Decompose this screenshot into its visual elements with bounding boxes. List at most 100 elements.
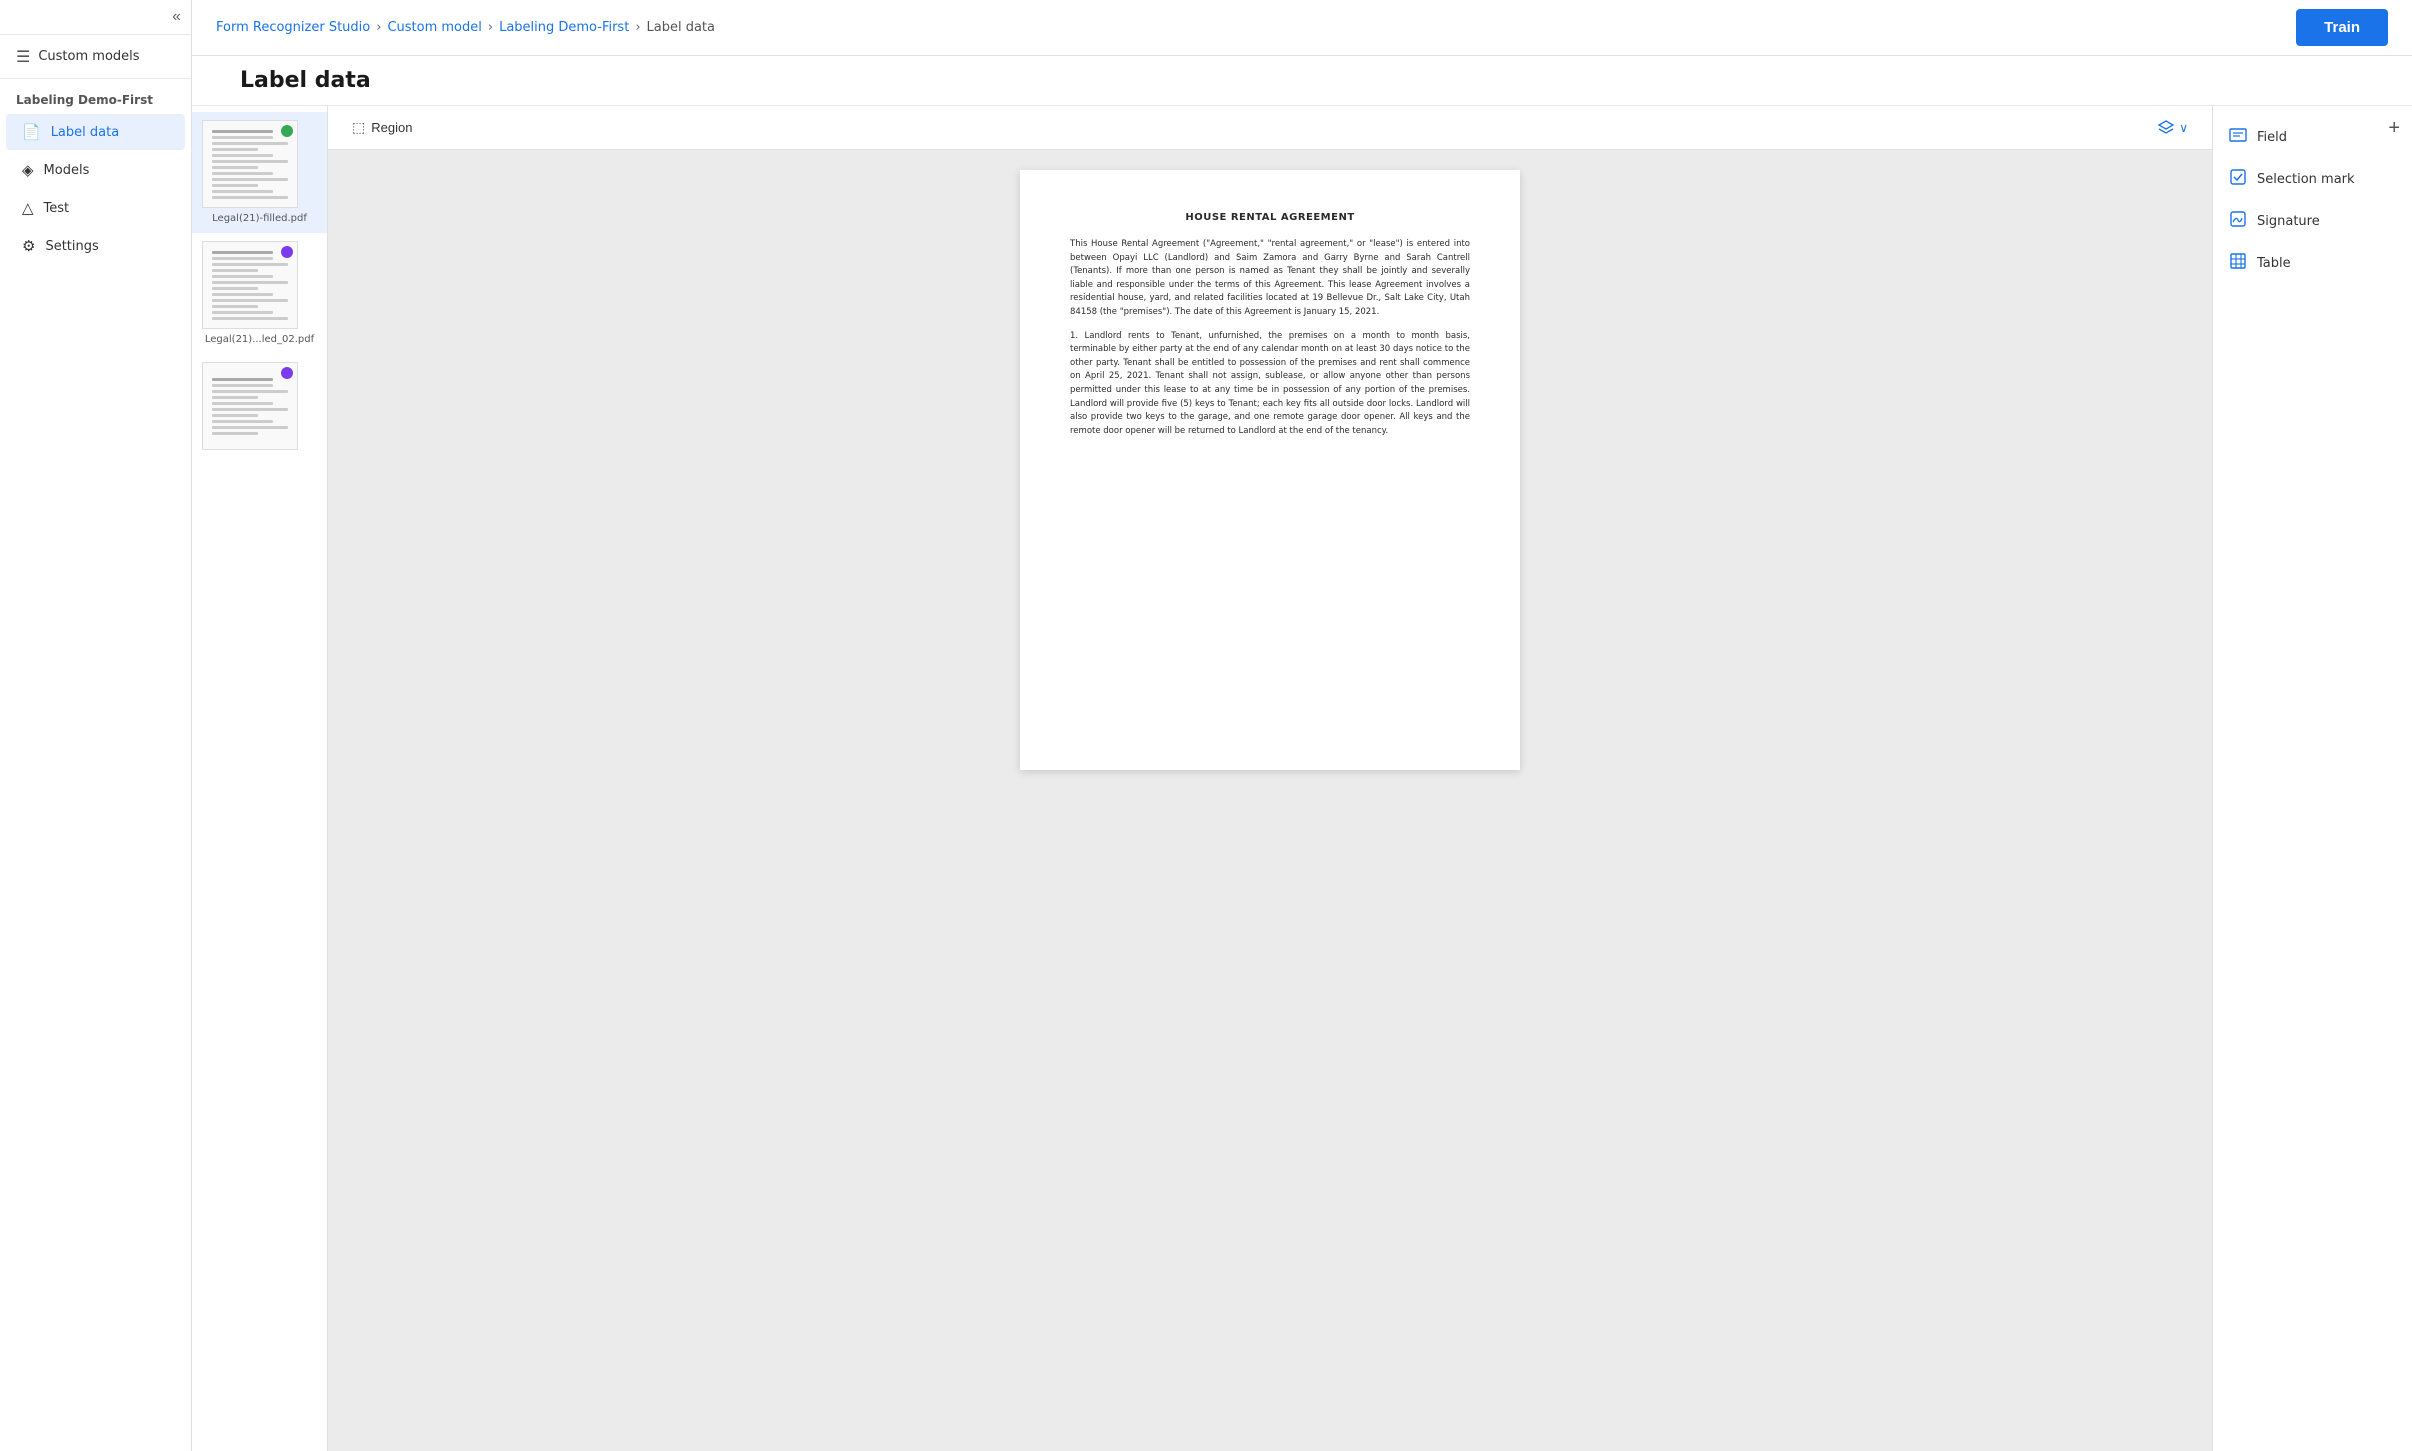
thumb-line [212,154,273,157]
sidebar-item-label-data[interactable]: 📄 Label data [6,114,185,150]
thumb-line [212,317,288,320]
sidebar-collapse-button[interactable]: « [172,8,181,26]
thumbnail-lines-1 [212,130,288,199]
checkbox-icon [2229,168,2247,190]
thumb-line [212,432,258,435]
field-icon [2229,126,2247,148]
thumb-line [212,160,288,163]
thumb-line [212,269,258,272]
thumb-line [212,172,273,175]
add-label-button[interactable]: + [2388,118,2400,138]
label-item-selection-mark[interactable]: Selection mark [2213,158,2412,200]
thumb-line [212,251,273,254]
thumb-line [212,148,258,151]
layers-icon [2157,119,2175,137]
region-label: Region [371,120,412,135]
thumb-line [212,142,288,145]
thumb-line [212,426,288,429]
breadcrumb-labeling-demo[interactable]: Labeling Demo-First [499,20,629,35]
doc-title: HOUSE RENTAL AGREEMENT [1070,210,1470,226]
breadcrumb-sep-2: › [488,20,493,35]
file-item-2[interactable]: Legal(21)...led_02.pdf [192,233,327,354]
label-item-table[interactable]: Table [2213,242,2412,284]
thumb-line [212,178,288,181]
breadcrumb-custom-model[interactable]: Custom model [387,20,481,35]
thumb-line [212,257,273,260]
thumb-line [212,293,273,296]
thumbnail-lines-3 [212,378,288,435]
breadcrumb-form-recognizer[interactable]: Form Recognizer Studio [216,20,370,35]
page-title: Label data [216,60,2388,105]
file-thumbnail-2 [202,241,298,329]
file-thumbnail-3 [202,362,298,450]
thumb-line [212,299,288,302]
thumb-line [212,384,273,387]
sidebar-nav-settings: Settings [45,239,98,254]
signature-icon [2229,210,2247,232]
doc-toolbar: ⬚ Region ∨ [328,106,2212,150]
thumb-line [212,305,258,308]
region-button[interactable]: ⬚ Region [344,115,420,140]
doc-content: HOUSE RENTAL AGREEMENT This House Rental… [328,150,2212,1451]
sidebar-nav-models: Models [44,163,90,178]
breadcrumb-current: Label data [647,20,716,35]
breadcrumb: Form Recognizer Studio › Custom model › … [216,20,715,35]
thumb-line [212,311,273,314]
file-panel: Legal(21)-filled.pdf [192,106,328,1451]
status-dot-1 [281,125,293,137]
right-panel: + Field Selectio [2212,106,2412,1451]
thumb-line [212,263,288,266]
models-icon: ◈ [22,161,34,179]
thumb-line [212,420,273,423]
region-icon: ⬚ [352,119,365,136]
document-icon: 📄 [22,123,41,141]
label-item-field[interactable]: Field [2213,116,2412,158]
thumb-line [212,166,258,169]
thumb-line [212,396,258,399]
thumbnail-lines-2 [212,251,288,320]
file-item-1[interactable]: Legal(21)-filled.pdf [192,112,327,233]
sidebar: « ☰ Custom models Labeling Demo-First 📄 … [0,0,192,1451]
thumb-line [212,414,258,417]
sidebar-item-settings[interactable]: ⚙ Settings [6,228,185,264]
thumb-line [212,402,273,405]
hamburger-icon: ☰ [16,47,30,66]
sidebar-item-test[interactable]: △ Test [6,190,185,226]
sidebar-nav-label-data: Label data [51,125,120,140]
thumb-line [212,378,273,381]
thumb-line [212,281,288,284]
breadcrumb-sep-3: › [635,20,640,35]
label-item-signature[interactable]: Signature [2213,200,2412,242]
file-name-1: Legal(21)-filled.pdf [202,212,317,225]
status-dot-2 [281,246,293,258]
sidebar-item-models[interactable]: ◈ Models [6,152,185,188]
table-icon [2229,252,2247,274]
layers-button[interactable]: ∨ [2149,115,2196,141]
thumb-line [212,184,258,187]
page-title-row: Label data [192,56,2412,106]
thumb-line [212,196,288,199]
sidebar-brand: ☰ Custom models [0,35,191,79]
thumb-line [212,190,273,193]
label-selection-mark-text: Selection mark [2257,172,2355,187]
thumb-line [212,136,273,139]
header: Form Recognizer Studio › Custom model › … [192,0,2412,56]
doc-para-1: This House Rental Agreement ("Agreement,… [1070,238,1470,320]
test-icon: △ [22,199,34,217]
thumb-line [212,408,288,411]
label-table-text: Table [2257,256,2291,271]
thumb-line [212,287,258,290]
file-item-3[interactable] [192,354,327,462]
label-field-text: Field [2257,130,2287,145]
thumb-line [212,275,273,278]
doc-viewer: ⬚ Region ∨ HOUSE RENTAL AGREEMENT This H… [328,106,2212,1451]
sidebar-toggle-section: « [0,0,191,35]
file-thumbnail-1 [202,120,298,208]
thumb-line [212,390,288,393]
doc-text-2: 1. Landlord rents to Tenant, unfurnished… [1070,331,1470,436]
content-area: Legal(21)-filled.pdf [192,106,2412,1451]
sidebar-nav-test: Test [44,201,70,216]
train-button[interactable]: Train [2296,9,2388,46]
chevron-down-icon: ∨ [2179,121,2188,135]
breadcrumb-sep-1: › [376,20,381,35]
